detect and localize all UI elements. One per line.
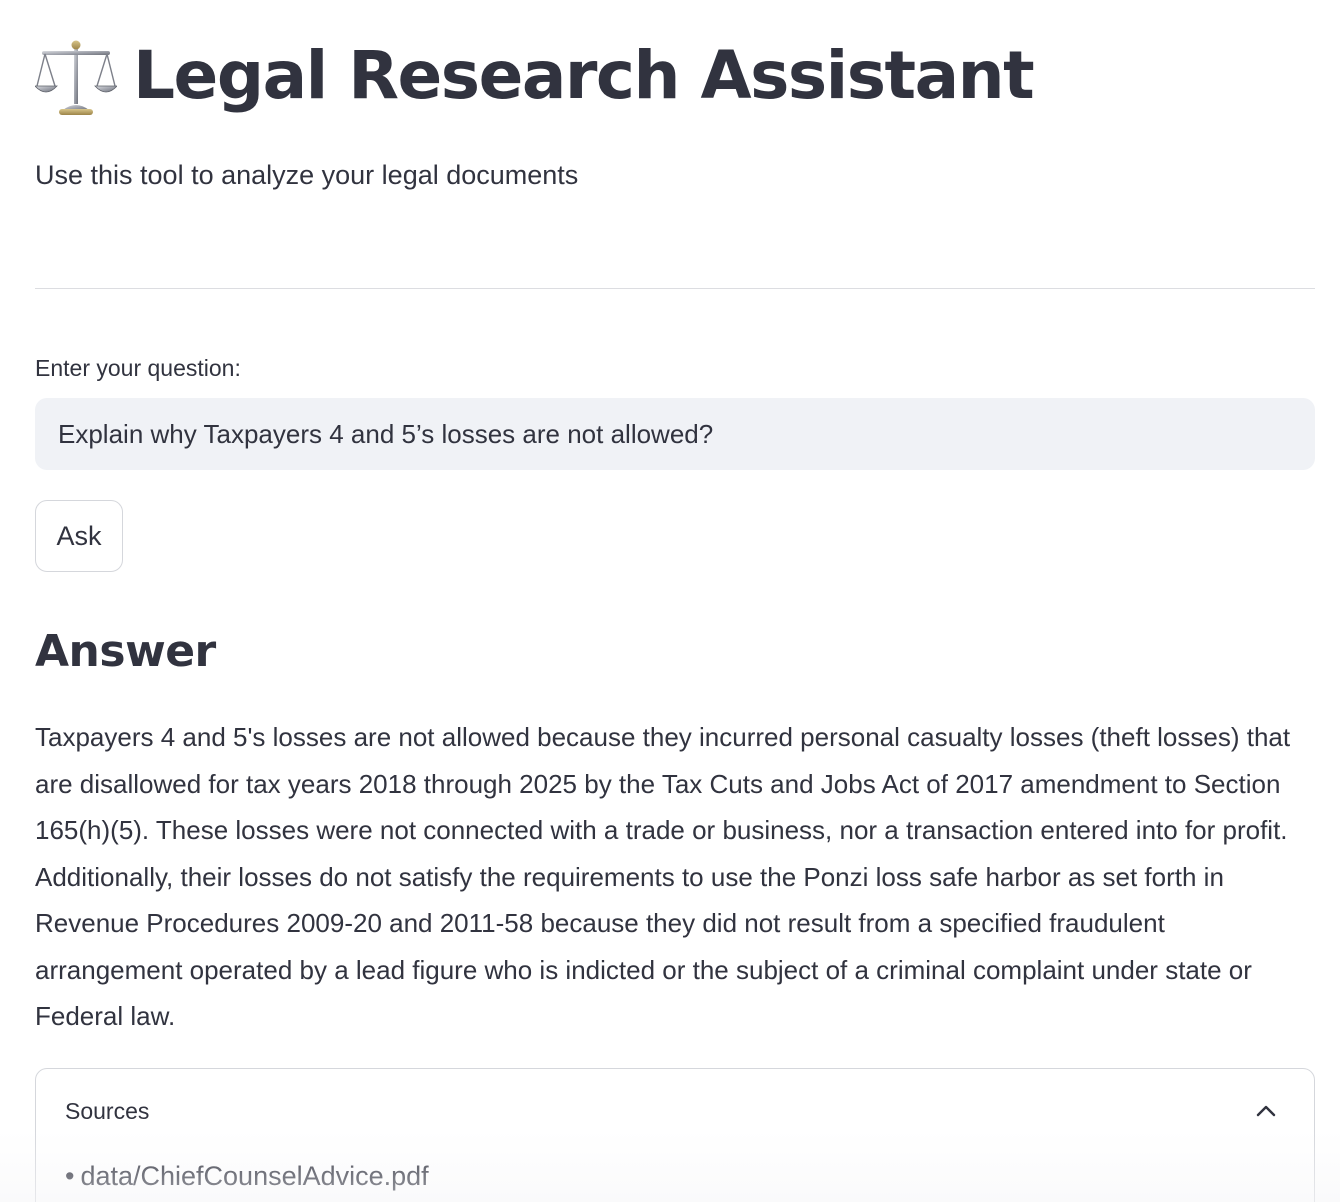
- page-header: Legal Research Assistant: [35, 30, 1035, 122]
- source-item: • data/ChiefCounselAdvice.pdf: [65, 1161, 429, 1192]
- ask-button[interactable]: Ask: [35, 500, 123, 572]
- sources-expander-header[interactable]: Sources: [36, 1069, 1314, 1155]
- sources-label: Sources: [65, 1098, 150, 1124]
- balance-scale-icon: [35, 40, 117, 115]
- answer-text: Taxpayers 4 and 5's losses are not allow…: [35, 722, 1291, 1031]
- answer-heading: Answer: [35, 626, 216, 677]
- chevron-up-icon[interactable]: [1254, 1099, 1278, 1123]
- divider: [35, 288, 1315, 289]
- bullet: •: [65, 1161, 75, 1191]
- page-title: Legal Research Assistant: [133, 37, 1035, 114]
- source-path: data/ChiefCounselAdvice.pdf: [80, 1161, 429, 1191]
- question-input[interactable]: [35, 398, 1315, 470]
- question-label: Enter your question:: [35, 355, 241, 381]
- page-subtitle: Use this tool to analyze your legal docu…: [35, 160, 579, 190]
- sources-expander: Sources • data/ChiefCounselAdvice.pdf: [35, 1068, 1315, 1202]
